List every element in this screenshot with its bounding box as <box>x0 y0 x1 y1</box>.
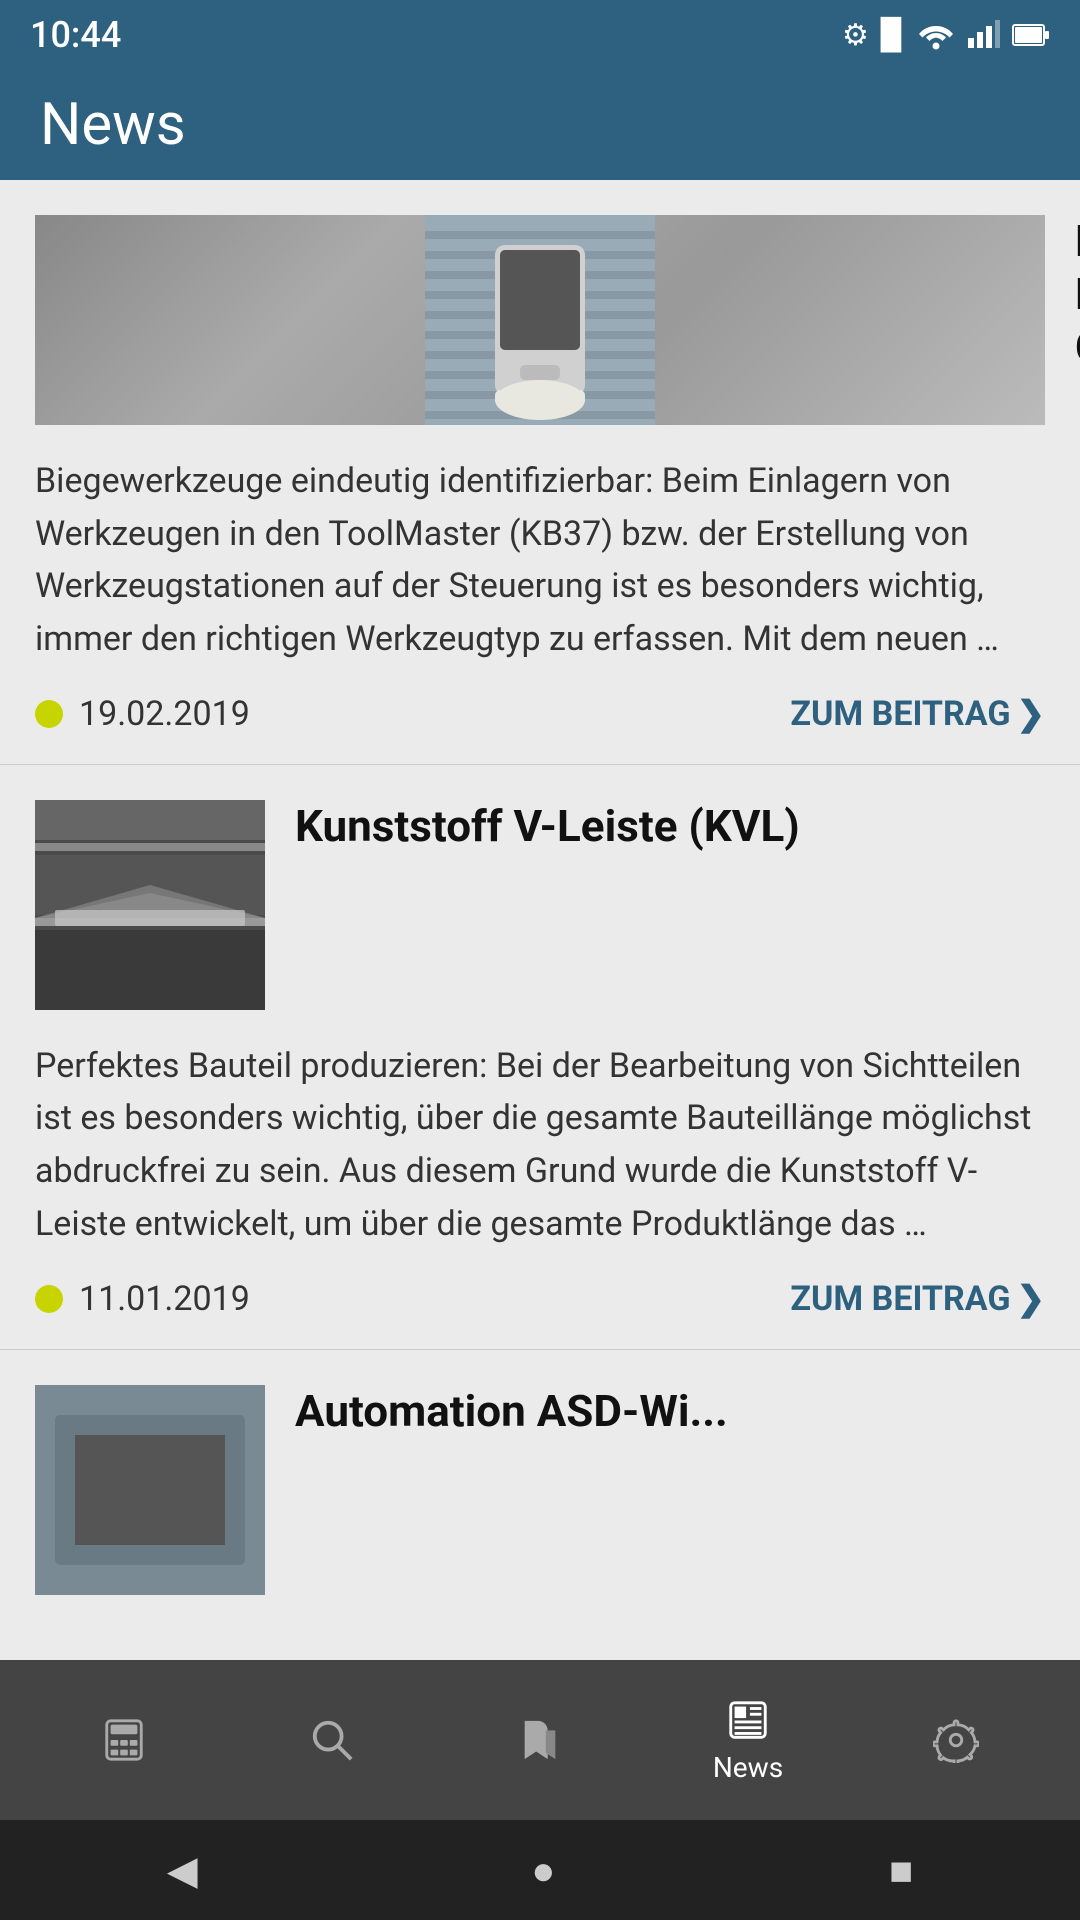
news-item-header-1: Data Matrix Code <box>35 215 1045 425</box>
nav-item-calculator[interactable] <box>20 1717 228 1763</box>
news-date-container-1: 19.02.2019 <box>35 694 250 734</box>
news-title-3: Automation ASD-Wi... <box>295 1385 1045 1438</box>
thumb-image-3 <box>35 1385 265 1595</box>
news-item-header-2: Kunststoff V-Leiste (KVL) <box>35 800 1045 1010</box>
news-item-partial: Automation ASD-Wi... <box>0 1350 1080 1595</box>
news-date-container-2: 11.01.2019 <box>35 1279 250 1319</box>
nav-item-book[interactable] <box>436 1717 644 1763</box>
news-link-chevron-2: ❯ <box>1017 1279 1046 1319</box>
status-bar: 10:44 ⚙ ▉ <box>0 0 1080 70</box>
thumb-image-1 <box>425 215 655 425</box>
news-link-label-2: ZUM BEITRAG <box>790 1279 1010 1319</box>
news-date-2: 11.01.2019 <box>79 1279 250 1319</box>
nav-item-search[interactable] <box>228 1717 436 1763</box>
bottom-nav: News <box>0 1660 1080 1820</box>
nav-label-news: News <box>713 1751 783 1784</box>
news-icon <box>725 1697 771 1743</box>
date-dot-2 <box>35 1285 63 1313</box>
nav-item-news[interactable]: News <box>644 1697 852 1784</box>
news-item-header-3: Automation ASD-Wi... <box>35 1385 1045 1595</box>
news-footer-1: 19.02.2019 ZUM BEITRAG ❯ <box>35 694 1045 734</box>
news-item-kvl: Kunststoff V-Leiste (KVL) Perfektes Baut… <box>0 765 1080 1350</box>
news-title-2: Kunststoff V-Leiste (KVL) <box>295 800 1045 853</box>
settings-status-icon: ⚙ <box>842 18 869 53</box>
news-thumbnail-3[interactable] <box>35 1385 265 1595</box>
news-thumbnail-2[interactable] <box>35 800 265 1010</box>
page-title: News <box>40 91 186 159</box>
news-link-2[interactable]: ZUM BEITRAG ❯ <box>790 1279 1045 1319</box>
date-dot-1 <box>35 700 63 728</box>
news-link-label-1: ZUM BEITRAG <box>790 694 1010 734</box>
status-time: 10:44 <box>30 14 121 56</box>
nav-item-settings[interactable] <box>852 1717 1060 1763</box>
news-link-1[interactable]: ZUM BEITRAG ❯ <box>790 694 1045 734</box>
book-icon <box>517 1717 563 1763</box>
news-thumbnail-1[interactable] <box>35 215 1045 425</box>
news-link-chevron-1: ❯ <box>1017 694 1046 734</box>
news-title-1: Data Matrix Code <box>1075 215 1080 373</box>
news-body-1: Biegewerkzeuge eindeutig identifizierbar… <box>35 455 1045 666</box>
signal-icon <box>968 20 1000 50</box>
app-header: News <box>0 70 1080 180</box>
android-nav: ◀ ● ■ <box>0 1820 1080 1920</box>
battery-icon <box>1012 22 1050 48</box>
search-icon <box>309 1717 355 1763</box>
status-icons: ⚙ ▉ <box>842 18 1050 53</box>
news-footer-2: 11.01.2019 ZUM BEITRAG ❯ <box>35 1279 1045 1319</box>
news-item-data-matrix-code: Data Matrix Code Biegewerkzeuge eindeuti… <box>0 180 1080 765</box>
home-button[interactable]: ● <box>531 1847 555 1894</box>
wifi-icon <box>916 20 956 50</box>
sim-status-icon: ▉ <box>881 18 904 53</box>
back-button[interactable]: ◀ <box>167 1847 198 1894</box>
thumb-image-2 <box>35 800 265 1010</box>
news-body-2: Perfektes Bauteil produzieren: Bei der B… <box>35 1040 1045 1251</box>
recent-button[interactable]: ■ <box>889 1847 913 1894</box>
news-date-1: 19.02.2019 <box>79 694 250 734</box>
calculator-icon <box>101 1717 147 1763</box>
settings-icon <box>933 1717 979 1763</box>
news-list: Data Matrix Code Biegewerkzeuge eindeuti… <box>0 180 1080 1660</box>
